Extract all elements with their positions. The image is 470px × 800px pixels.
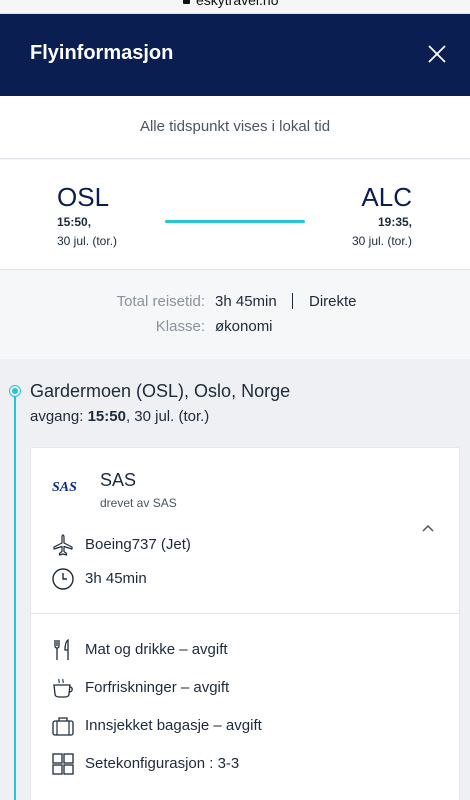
flight-segment-card: SAS SAS drevet av SAS Boeing737 (Jet) 3h… — [30, 447, 460, 800]
clock-icon — [52, 568, 74, 590]
amenity-label: Forfriskninger – avgift — [85, 679, 230, 696]
arrival-date: 30 jul. (tor.) — [351, 234, 412, 248]
total-time-value: 3h 45min — [215, 293, 277, 310]
browser-url: eskytravel.no — [196, 0, 279, 8]
stops-value: Direkte — [309, 293, 357, 310]
sas-logo: SAS — [52, 480, 77, 494]
luggage-icon — [52, 717, 74, 736]
browser-url-bar[interactable]: eskytravel.no — [0, 0, 470, 14]
departure-time-bold: 15:50 — [87, 408, 126, 425]
departure-date-text: , 30 jul. (tor.) — [125, 408, 210, 425]
amenity-label: Innsjekket bagasje – avgift — [85, 717, 262, 734]
seat-grid-icon — [52, 753, 74, 775]
departure-date: 30 jul. (tor.) — [57, 234, 118, 248]
departure-label: avgang: — [30, 408, 84, 425]
departure-code: OSL — [57, 182, 110, 212]
close-icon[interactable] — [426, 43, 448, 65]
duration-text: 3h 45min — [85, 570, 147, 587]
departure-info: avgang: 15:50, 30 jul. (tor.) — [30, 408, 209, 425]
arrival-code: ALC — [361, 182, 412, 212]
chevron-up-icon[interactable] — [421, 523, 435, 533]
modal-title: Flyinformasjon — [30, 42, 174, 64]
segment-timeline: Gardermoen (OSL), Oslo, Norge avgang: 15… — [0, 359, 470, 800]
timezone-text: Alle tidspunkt vises i lokal tid — [139, 118, 331, 135]
class-label: Klasse: — [155, 318, 205, 335]
lock-icon — [183, 0, 190, 4]
amenity-label: Mat og drikke – avgift — [85, 641, 228, 658]
trip-summary: Total reisetid: 3h 45min Direkte Klasse:… — [0, 271, 470, 359]
route-line — [165, 220, 305, 223]
timeline-dot — [10, 386, 20, 396]
aircraft-text: Boeing737 (Jet) — [85, 536, 191, 553]
modal-header: Flyinformasjon — [0, 14, 470, 96]
fork-knife-icon — [54, 638, 69, 660]
operated-by: drevet av SAS — [100, 496, 177, 510]
svg-text:SAS: SAS — [52, 480, 77, 494]
amenity-label: Setekonfigurasjon : 3-3 — [85, 755, 240, 772]
coffee-cup-icon — [53, 678, 73, 698]
departure-airport: Gardermoen (OSL), Oslo, Norge — [30, 381, 291, 401]
timezone-notice: Alle tidspunkt vises i lokal tid — [0, 96, 470, 159]
arrival-time: 19:35, — [377, 215, 412, 229]
airplane-icon — [53, 534, 73, 556]
airline-name: SAS — [100, 470, 137, 490]
departure-time: 15:50, — [57, 215, 92, 229]
card-divider — [31, 613, 459, 614]
timeline-line — [14, 391, 16, 800]
route-overview: OSL 15:50, 30 jul. (tor.) ALC 19:35, 30 … — [0, 160, 470, 270]
class-value: økonomi — [215, 318, 273, 335]
summary-separator — [292, 293, 293, 309]
total-time-label: Total reisetid: — [116, 293, 205, 310]
